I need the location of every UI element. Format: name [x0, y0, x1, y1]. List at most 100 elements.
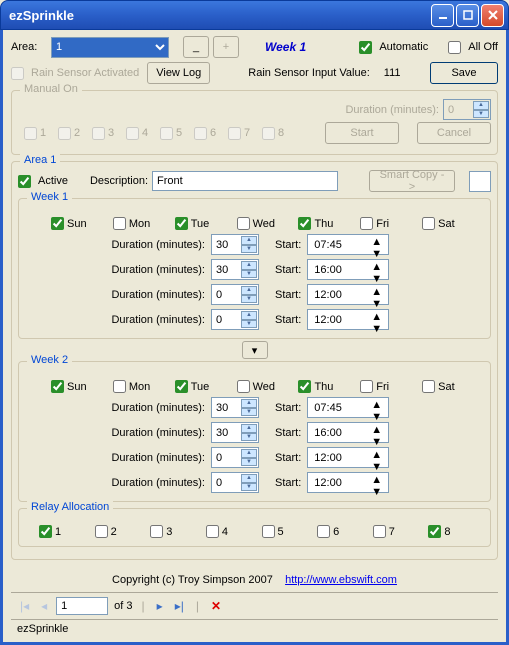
collapse-toggle-button[interactable]: ▾	[242, 341, 268, 359]
description-input[interactable]	[152, 171, 338, 191]
spin-up-icon[interactable]: ▲	[241, 236, 257, 245]
automatic-checkbox[interactable]	[359, 41, 372, 54]
spin-up-icon[interactable]: ▲	[371, 474, 387, 486]
spin-up-icon[interactable]: ▲	[371, 286, 387, 298]
viewlog-button[interactable]: View Log	[147, 62, 210, 84]
spin-down-icon[interactable]: ▼	[241, 433, 257, 442]
nav-last-button[interactable]: ▸|	[172, 599, 187, 613]
relay-checkbox-3[interactable]	[150, 525, 163, 538]
start-input[interactable]	[312, 401, 362, 415]
week1-day-thu-checkbox[interactable]	[298, 217, 311, 230]
start-input[interactable]	[312, 451, 362, 465]
spin-up-icon[interactable]: ▲	[371, 236, 387, 248]
nav-delete-button[interactable]: ✕	[208, 599, 224, 613]
week2-start-time-0[interactable]: ▲▼	[307, 397, 389, 418]
relay-checkbox-5[interactable]	[262, 525, 275, 538]
spin-up-icon[interactable]: ▲	[371, 311, 387, 323]
start-input[interactable]	[312, 263, 362, 277]
relay-checkbox-7[interactable]	[373, 525, 386, 538]
rainsensor-checkbox[interactable]	[11, 67, 24, 80]
start-input[interactable]	[312, 313, 362, 327]
spin-down-icon[interactable]: ▼	[241, 408, 257, 417]
spin-up-icon[interactable]: ▲	[241, 311, 257, 320]
week2-day-thu-checkbox[interactable]	[298, 380, 311, 393]
save-button[interactable]: Save	[430, 62, 498, 84]
duration-input[interactable]	[214, 238, 240, 252]
week1-start-time-3[interactable]: ▲▼	[307, 309, 389, 330]
week2-duration-spin-3[interactable]: ▲▼	[211, 472, 259, 493]
spin-down-icon[interactable]: ▼	[371, 486, 387, 498]
spin-down-icon[interactable]: ▼	[241, 270, 257, 279]
duration-input[interactable]	[214, 476, 240, 490]
spin-down-icon[interactable]: ▼	[241, 483, 257, 492]
week2-day-tue-checkbox[interactable]	[175, 380, 188, 393]
spin-down-icon[interactable]: ▼	[371, 323, 387, 335]
week2-day-fri-checkbox[interactable]	[360, 380, 373, 393]
spin-up-icon[interactable]: ▲	[371, 399, 387, 411]
week1-start-time-1[interactable]: ▲▼	[307, 259, 389, 280]
start-input[interactable]	[312, 238, 362, 252]
week1-duration-spin-1[interactable]: ▲▼	[211, 259, 259, 280]
week1-day-tue-checkbox[interactable]	[175, 217, 188, 230]
manual-cancel-button[interactable]: Cancel	[417, 122, 491, 144]
spin-up-icon[interactable]: ▲	[241, 474, 257, 483]
spin-up-icon[interactable]: ▲	[241, 261, 257, 270]
week2-day-mon-checkbox[interactable]	[113, 380, 126, 393]
week2-start-time-3[interactable]: ▲▼	[307, 472, 389, 493]
minimize-button[interactable]	[431, 4, 454, 27]
duration-input[interactable]	[214, 288, 240, 302]
spin-up-icon[interactable]: ▲	[241, 449, 257, 458]
week1-start-time-0[interactable]: ▲▼	[307, 234, 389, 255]
active-checkbox[interactable]	[18, 175, 31, 188]
spin-up-icon[interactable]: ▲	[241, 399, 257, 408]
duration-input[interactable]	[214, 401, 240, 415]
spin-up-icon[interactable]: ▲	[371, 261, 387, 273]
week2-day-wed-checkbox[interactable]	[237, 380, 250, 393]
relay-checkbox-1[interactable]	[39, 525, 52, 538]
maximize-button[interactable]	[456, 4, 479, 27]
week1-day-fri-checkbox[interactable]	[360, 217, 373, 230]
week2-day-sun-checkbox[interactable]	[51, 380, 64, 393]
nav-first-button[interactable]: |◂	[17, 599, 32, 613]
start-input[interactable]	[312, 426, 362, 440]
week1-duration-spin-0[interactable]: ▲▼	[211, 234, 259, 255]
nav-prev-button[interactable]: ◂	[38, 599, 50, 613]
week1-day-sat-checkbox[interactable]	[422, 217, 435, 230]
duration-input[interactable]	[214, 451, 240, 465]
week1-day-wed-checkbox[interactable]	[237, 217, 250, 230]
relay-checkbox-2[interactable]	[95, 525, 108, 538]
smartcopy-button[interactable]: Smart Copy ->	[369, 170, 455, 192]
manual-start-button[interactable]: Start	[325, 122, 399, 144]
smartcopy-target-box[interactable]	[469, 171, 491, 192]
spin-down-icon[interactable]: ▼	[241, 320, 257, 329]
week1-duration-spin-3[interactable]: ▲▼	[211, 309, 259, 330]
area-select[interactable]: 1	[51, 37, 169, 58]
start-input[interactable]	[312, 288, 362, 302]
spin-up-icon[interactable]: ▲	[371, 424, 387, 436]
week2-day-sat-checkbox[interactable]	[422, 380, 435, 393]
relay-checkbox-8[interactable]	[428, 525, 441, 538]
week2-start-time-2[interactable]: ▲▼	[307, 447, 389, 468]
minus-button[interactable]: _	[183, 36, 209, 58]
start-input[interactable]	[312, 476, 362, 490]
duration-input[interactable]	[214, 263, 240, 277]
week1-start-time-2[interactable]: ▲▼	[307, 284, 389, 305]
week2-start-time-1[interactable]: ▲▼	[307, 422, 389, 443]
spin-up-icon[interactable]: ▲	[241, 424, 257, 433]
alloff-checkbox[interactable]	[448, 41, 461, 54]
plus-button[interactable]: +	[213, 36, 239, 58]
relay-checkbox-4[interactable]	[206, 525, 219, 538]
week2-duration-spin-2[interactable]: ▲▼	[211, 447, 259, 468]
week1-day-sun-checkbox[interactable]	[51, 217, 64, 230]
spin-up-icon[interactable]: ▲	[241, 286, 257, 295]
relay-checkbox-6[interactable]	[317, 525, 330, 538]
website-link[interactable]: http://www.ebswift.com	[285, 574, 397, 586]
week1-day-mon-checkbox[interactable]	[113, 217, 126, 230]
duration-input[interactable]	[214, 426, 240, 440]
spin-up-icon[interactable]: ▲	[371, 449, 387, 461]
duration-input[interactable]	[214, 313, 240, 327]
nav-position-input[interactable]	[56, 597, 108, 615]
close-button[interactable]	[481, 4, 504, 27]
spin-down-icon[interactable]: ▼	[241, 245, 257, 254]
spin-down-icon[interactable]: ▼	[241, 458, 257, 467]
